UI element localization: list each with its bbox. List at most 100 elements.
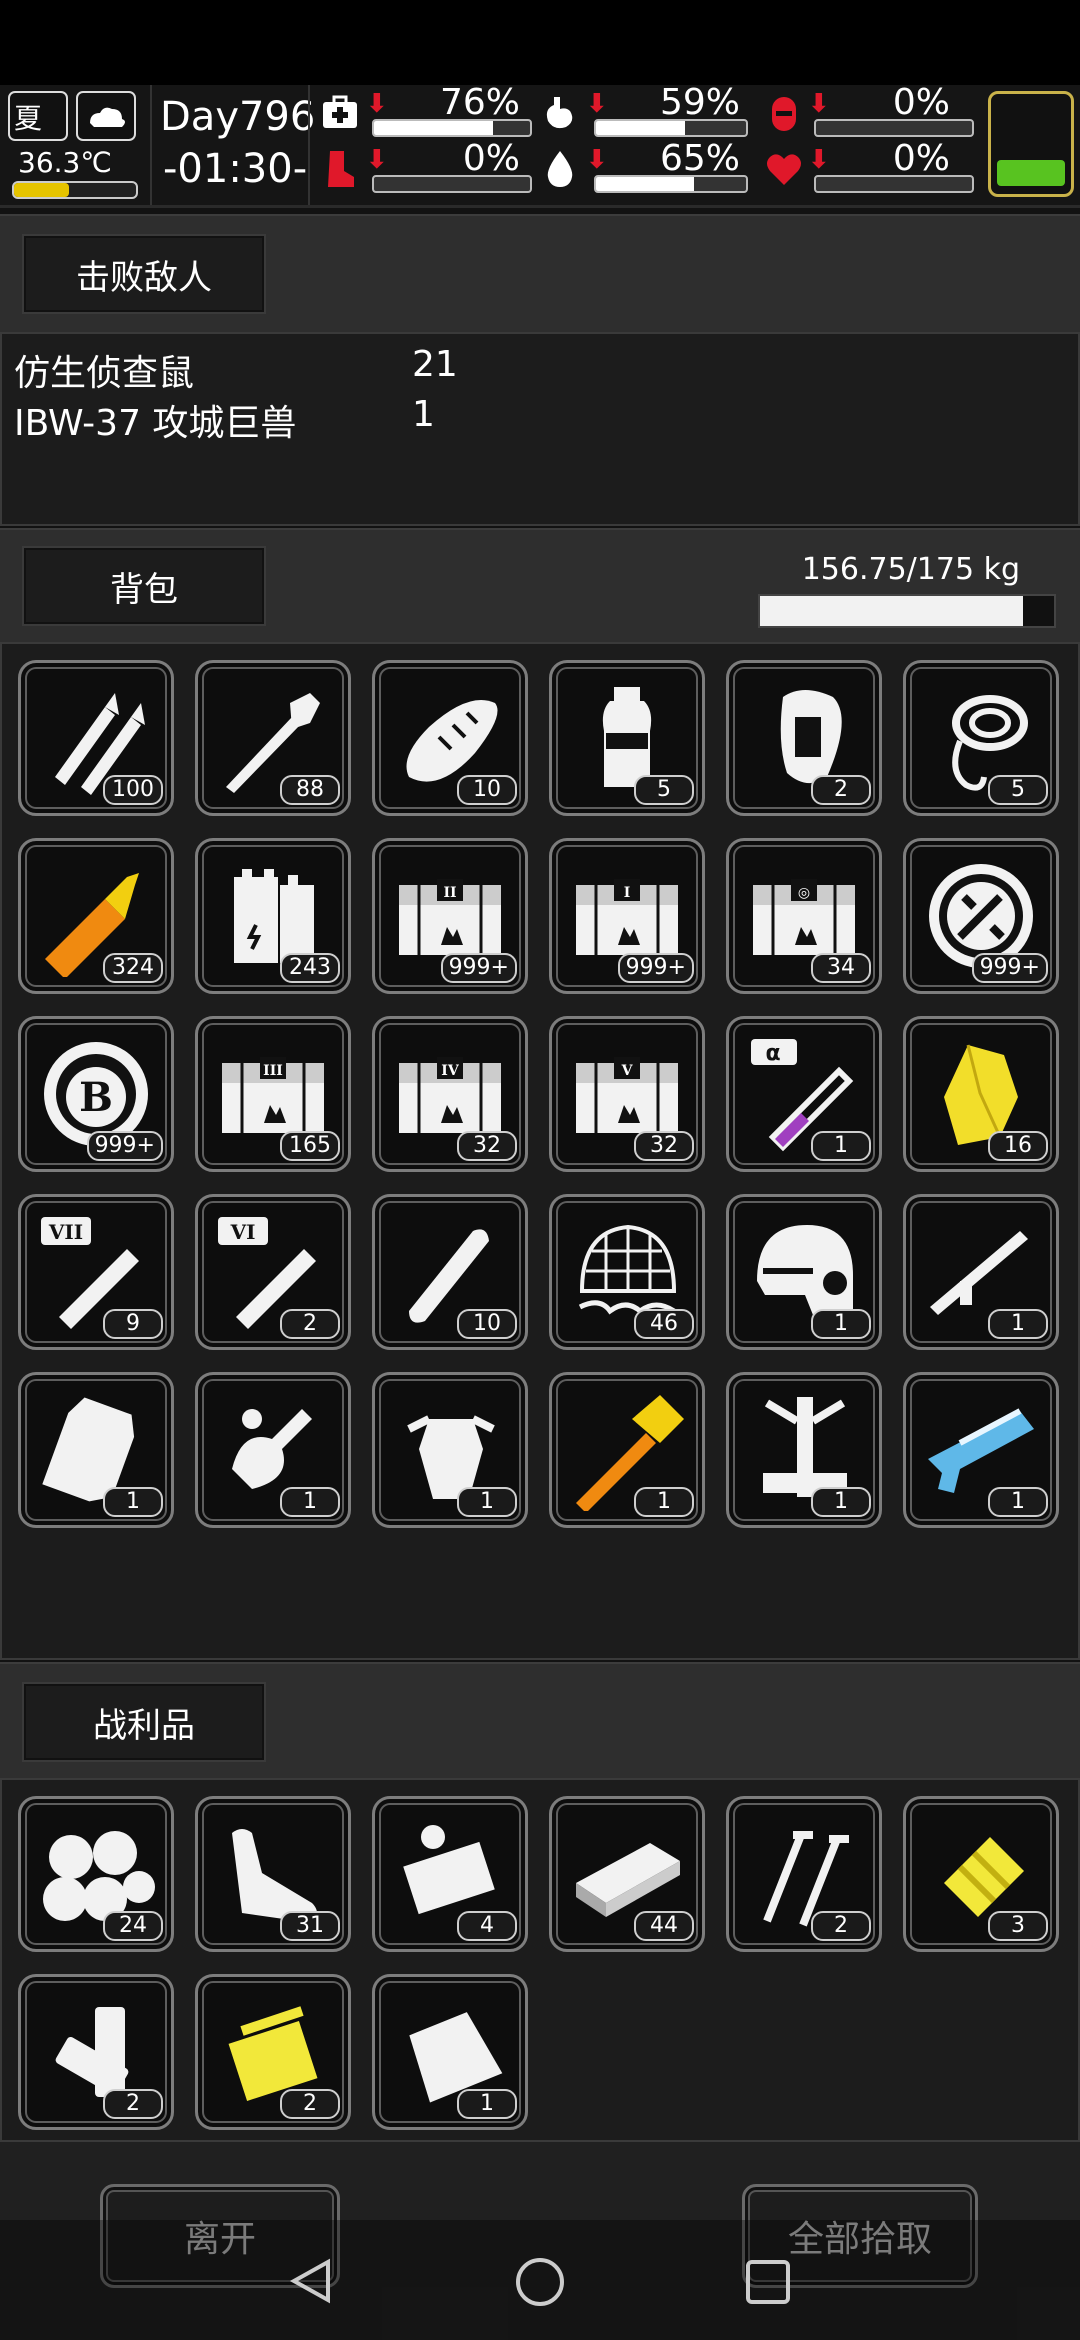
item-count-badge: 31 <box>280 1911 340 1941</box>
inventory-slot[interactable]: ◎ 34 <box>726 838 882 994</box>
inventory-slot[interactable]: V 32 <box>549 1016 705 1172</box>
inventory-slot[interactable]: 1 <box>726 1372 882 1528</box>
item-count-badge: 999+ <box>86 1131 163 1161</box>
inventory-slot[interactable]: 1 <box>195 1372 351 1528</box>
inventory-slot[interactable]: 1 <box>726 1194 882 1350</box>
inventory-slot[interactable]: 324 <box>18 838 174 994</box>
loot-tab[interactable]: 战利品 <box>22 1682 266 1762</box>
inventory-slot[interactable]: 2 <box>195 1974 351 2130</box>
inventory-slot[interactable]: III 165 <box>195 1016 351 1172</box>
inventory-slot[interactable]: 243 <box>195 838 351 994</box>
item-count-badge: 165 <box>280 1131 340 1161</box>
item-count-badge: 1 <box>457 1487 517 1517</box>
temperature-bar <box>12 181 138 199</box>
inventory-slot[interactable]: 1 <box>372 1372 528 1528</box>
backpack-title: 背包 <box>110 569 178 610</box>
inventory-slot[interactable]: II 999+ <box>372 838 528 994</box>
inventory-slot[interactable]: 2 <box>18 1974 174 2130</box>
item-count-badge: 46 <box>634 1309 694 1339</box>
home-nav-icon[interactable] <box>514 2256 566 2308</box>
inventory-slot[interactable]: 31 <box>195 1796 351 1952</box>
inventory-slot[interactable]: 10 <box>372 1194 528 1350</box>
svg-text:V: V <box>621 1063 634 1079</box>
inventory-slot[interactable]: 1 <box>372 1974 528 2130</box>
svg-text:◎: ◎ <box>798 885 810 901</box>
item-count-badge: 34 <box>811 953 871 983</box>
bladder-icon <box>764 93 804 133</box>
health-bar <box>372 119 532 137</box>
item-count-badge: 10 <box>457 775 517 805</box>
day-counter: Day796 <box>160 94 316 140</box>
loot-header: 战利品 <box>0 1662 1080 1780</box>
item-count-badge: 4 <box>457 1911 517 1941</box>
enemy-name: 仿生侦查鼠 <box>14 353 195 394</box>
inventory-slot[interactable]: 100 <box>18 660 174 816</box>
system-nav-bar <box>0 2220 1080 2340</box>
item-count-badge: 1 <box>988 1309 1048 1339</box>
item-count-badge: 32 <box>457 1131 517 1161</box>
svg-text:VI: VI <box>230 1220 256 1244</box>
thirst-percent: 65% <box>659 138 740 179</box>
svg-text:α: α <box>765 1041 780 1066</box>
weight-bar <box>758 594 1056 628</box>
defeated-title: 击败敌人 <box>76 257 212 298</box>
boot-icon <box>320 149 360 189</box>
item-count-badge: 3 <box>988 1911 1048 1941</box>
item-count-badge: 1 <box>457 2089 517 2119</box>
back-nav-icon[interactable] <box>286 2256 336 2306</box>
item-count-badge: 1 <box>634 1487 694 1517</box>
defeated-tab[interactable]: 击败敌人 <box>22 234 266 314</box>
inventory-slot[interactable]: 24 <box>18 1796 174 1952</box>
backpack-grid: 100 88 10 5 2 5 324 243 II 999+ I 999+ ◎ 34 999+ B 999+ I… <box>0 642 1080 1660</box>
inventory-slot[interactable]: B 999+ <box>18 1016 174 1172</box>
inventory-slot[interactable]: IV 32 <box>372 1016 528 1172</box>
defeated-list: 仿生侦查鼠 21 IBW-37 攻城巨兽 1 <box>0 332 1080 526</box>
inventory-slot[interactable]: 2 <box>726 1796 882 1952</box>
inventory-slot[interactable]: VI 2 <box>195 1194 351 1350</box>
inventory-slot[interactable]: 5 <box>549 660 705 816</box>
inventory-slot[interactable]: 46 <box>549 1194 705 1350</box>
inventory-slot[interactable]: 5 <box>903 660 1059 816</box>
mood-bar <box>814 175 974 193</box>
item-count-badge: 44 <box>634 1911 694 1941</box>
item-count-badge: 1 <box>103 1487 163 1517</box>
inventory-slot[interactable]: 1 <box>18 1372 174 1528</box>
item-count-badge: 9 <box>103 1309 163 1339</box>
svg-text:II: II <box>443 885 456 901</box>
inventory-slot[interactable]: 10 <box>372 660 528 816</box>
item-count-badge: 32 <box>634 1131 694 1161</box>
item-count-badge: 100 <box>103 775 163 805</box>
item-count-badge: 1 <box>280 1487 340 1517</box>
inventory-slot[interactable]: 999+ <box>903 838 1059 994</box>
item-count-badge: 999+ <box>971 953 1048 983</box>
inventory-slot[interactable]: 1 <box>549 1372 705 1528</box>
inventory-slot[interactable]: 44 <box>549 1796 705 1952</box>
inventory-slot[interactable]: 16 <box>903 1016 1059 1172</box>
inventory-slot[interactable]: VII 9 <box>18 1194 174 1350</box>
item-count-badge: 2 <box>103 2089 163 2119</box>
svg-text:VII: VII <box>48 1220 83 1244</box>
item-count-badge: 1 <box>811 1309 871 1339</box>
battery-icon[interactable] <box>988 91 1074 197</box>
loot-grid: 24 31 4 44 2 3 2 2 1 <box>0 1778 1080 2142</box>
inventory-slot[interactable]: 2 <box>726 660 882 816</box>
inventory-slot[interactable]: 1 <box>903 1194 1059 1350</box>
inventory-slot[interactable]: 3 <box>903 1796 1059 1952</box>
bladder-bar <box>814 119 974 137</box>
backpack-tab[interactable]: 背包 <box>22 546 266 626</box>
item-count-badge: 999+ <box>617 953 694 983</box>
player-status-bar: 夏 36.3℃ Day796 -01:30- ⬇ 76% ⬇ 59% ⬇ 0% … <box>0 85 1080 208</box>
recents-nav-icon[interactable] <box>744 2258 792 2306</box>
enemy-name: IBW-37 攻城巨兽 <box>14 403 297 444</box>
inventory-slot[interactable]: 4 <box>372 1796 528 1952</box>
item-count-badge: 2 <box>280 1309 340 1339</box>
inventory-slot[interactable]: α1 <box>726 1016 882 1172</box>
item-count-badge: 5 <box>988 775 1048 805</box>
inventory-slot[interactable]: I 999+ <box>549 838 705 994</box>
inventory-slot[interactable]: 88 <box>195 660 351 816</box>
item-count-badge: 2 <box>811 1911 871 1941</box>
inventory-slot[interactable]: 1 <box>903 1372 1059 1528</box>
enemy-count: 21 <box>412 344 458 385</box>
medkit-icon <box>320 93 360 133</box>
item-count-badge: 324 <box>103 953 163 983</box>
